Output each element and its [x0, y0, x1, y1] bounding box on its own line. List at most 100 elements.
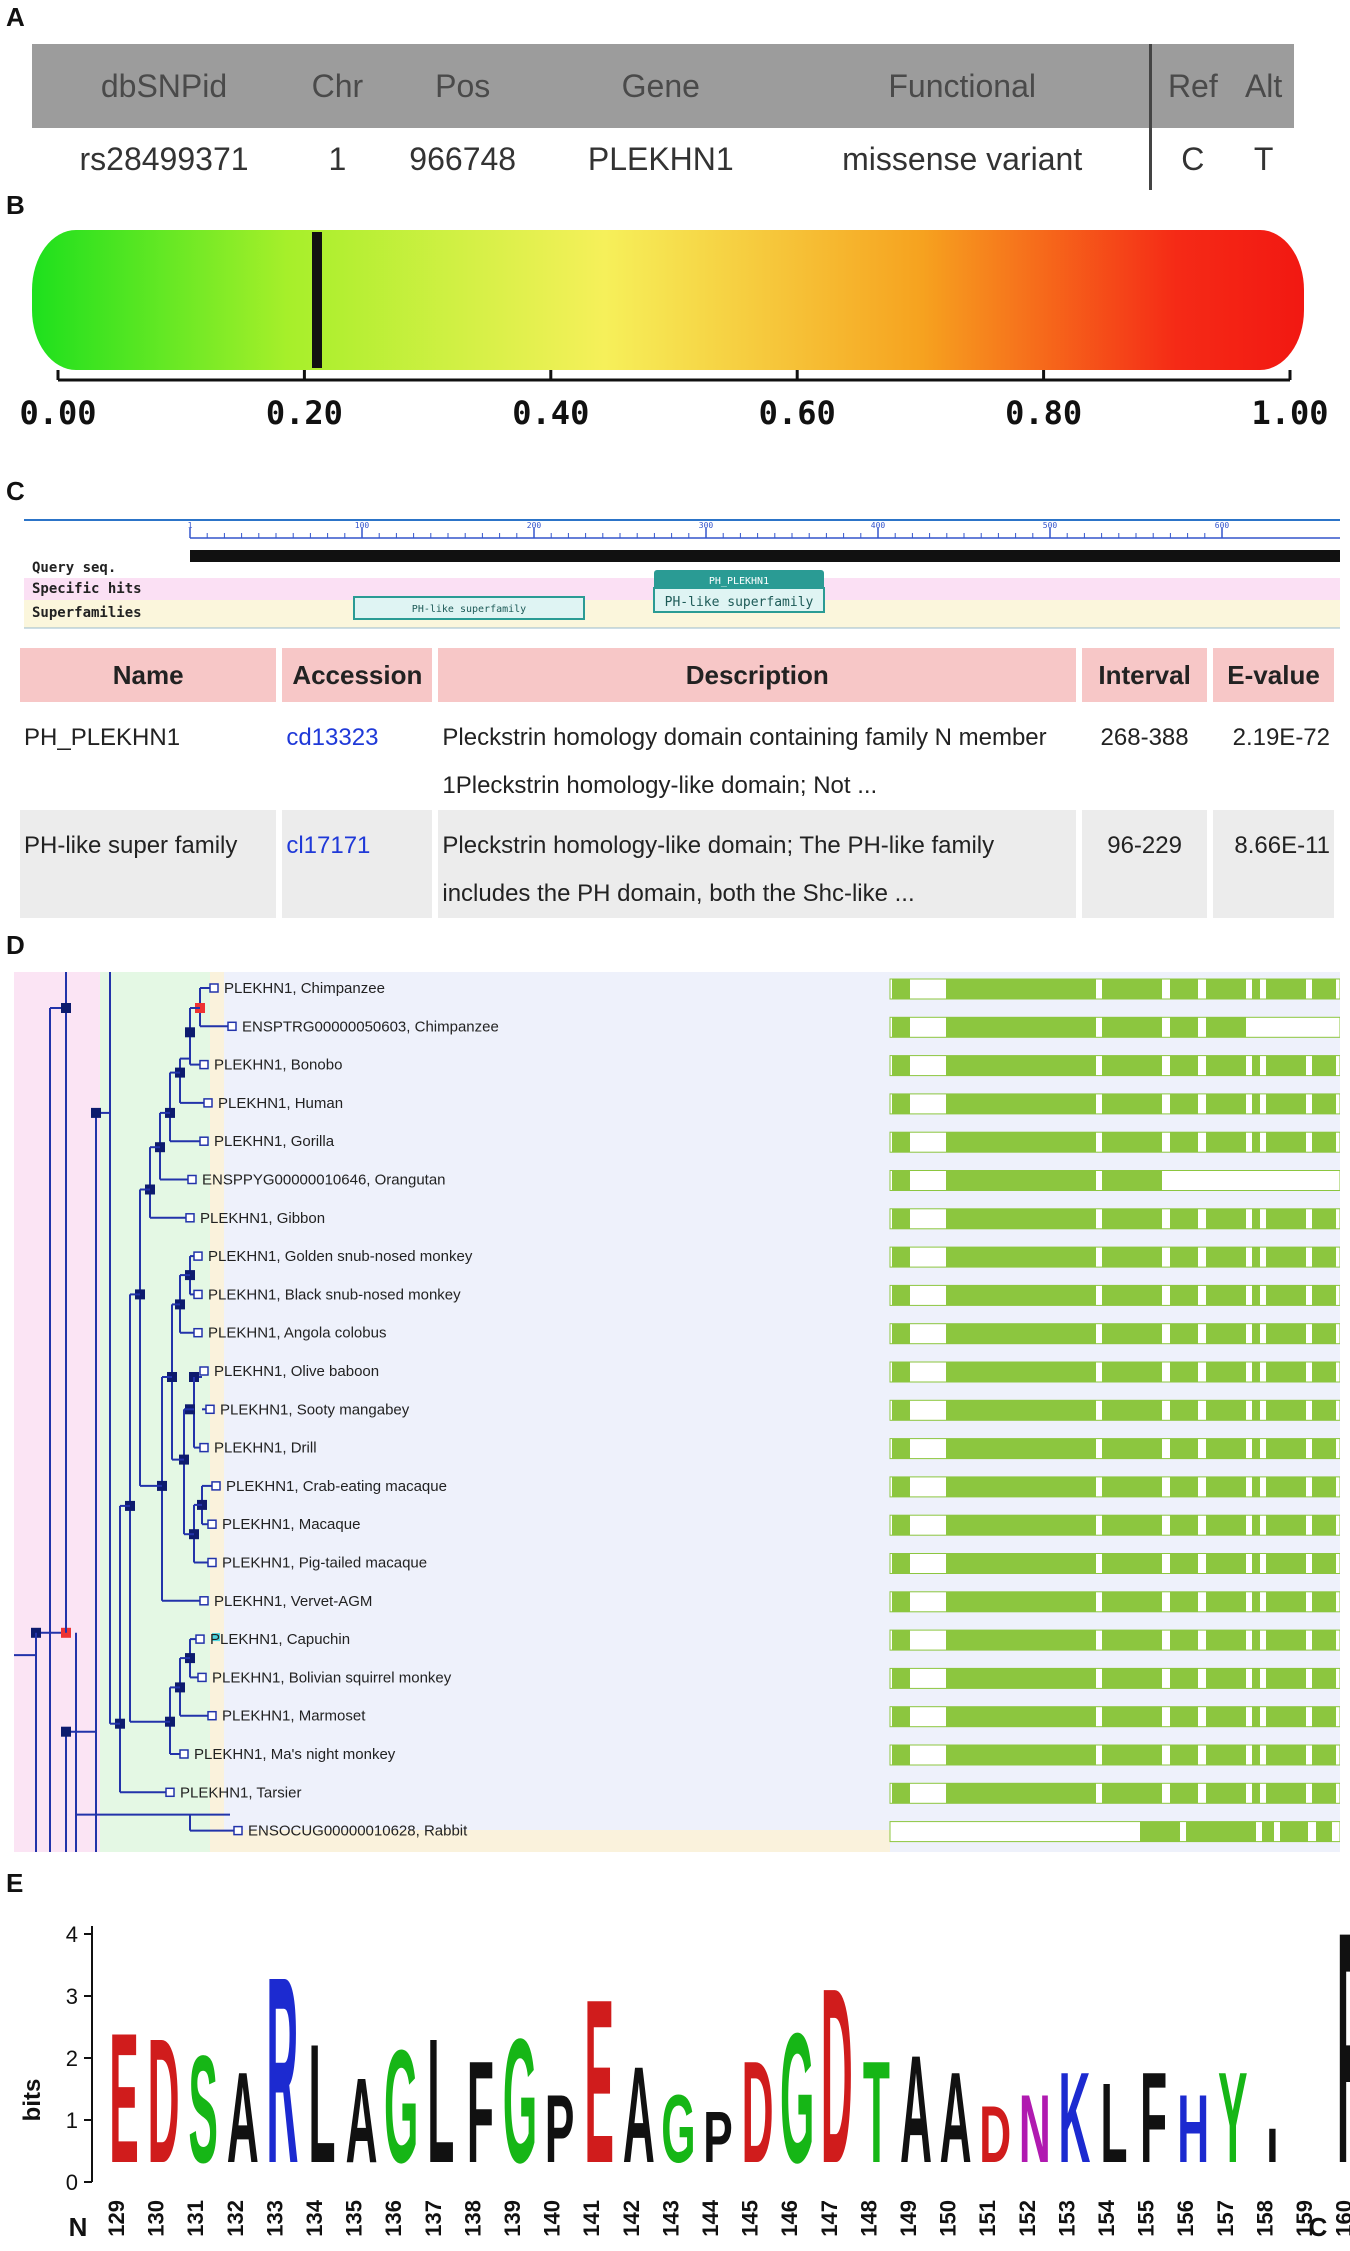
alignment-block [1252, 1132, 1260, 1153]
header-description: Description [438, 648, 1077, 702]
alignment-block [1206, 1362, 1246, 1382]
leaf-label[interactable]: PLEKHN1, Drill [214, 1440, 317, 1457]
leaf-label[interactable]: PLEKHN1, Black snub-nosed monkey [208, 1286, 461, 1303]
leaf-label[interactable]: PLEKHN1, Sooty mangabey [220, 1401, 410, 1418]
leaf-label[interactable]: PLEKHN1, Bonobo [214, 1057, 342, 1074]
header-chr: Chr [296, 44, 379, 128]
logo-letter: G [384, 2017, 418, 2197]
y-tick-label: 1 [66, 2108, 78, 2133]
header-ref: Ref [1149, 44, 1234, 128]
alignment-block [1312, 1323, 1336, 1344]
description-line-2: 1Pleckstrin homology-like domain; Not ..… [442, 772, 878, 799]
leaf-label[interactable]: PLEKHN1, Chimpanzee [224, 980, 385, 997]
leaf-label[interactable]: PLEKHN1, Bolivian squirrel monkey [212, 1669, 452, 1686]
superfamily-label-2: PH-like superfamily [665, 595, 814, 610]
logo-letter: A [940, 2047, 972, 2190]
position-label: 136 [381, 2200, 406, 2237]
leaf-label[interactable]: PLEKHN1, Gorilla [214, 1133, 335, 1150]
cell-interval: 268-388 [1100, 724, 1189, 751]
logo-letter: G [661, 2075, 695, 2183]
alignment-block [1266, 1285, 1306, 1306]
alignment-block [1206, 1132, 1246, 1153]
accession-link[interactable]: cd13323 [282, 702, 432, 810]
alignment-block [1252, 1247, 1260, 1268]
alignment-block [1206, 1591, 1246, 1612]
alignment-block [1102, 1745, 1162, 1765]
leaf-label[interactable]: PLEKHN1, Crab-eating macaque [226, 1478, 447, 1495]
tree-node [61, 1003, 71, 1013]
leaf-label[interactable]: ENSPPYG00000010646, Orangutan [202, 1172, 446, 1189]
alignment-block [1312, 1055, 1336, 1076]
leaf-label[interactable]: PLEKHN1, Golden snub-nosed monkey [208, 1248, 473, 1265]
alignment-block [1170, 979, 1198, 999]
leaf-label[interactable]: PLEKHN1, Ma's night monkey [194, 1746, 396, 1763]
leaf-node [209, 983, 219, 993]
position-label: 153 [1054, 2200, 1079, 2237]
alignment-block [1252, 1362, 1260, 1382]
leaf-label[interactable]: PLEKHN1, Angola colobus [208, 1325, 386, 1342]
alignment-block [1170, 1476, 1198, 1497]
score-tick-label: 1.00 [1251, 394, 1328, 432]
leaf-label[interactable]: PLEKHN1, Olive baboon [214, 1363, 379, 1380]
alignment-block [1206, 1093, 1246, 1114]
alignment-block [1266, 979, 1306, 999]
y-axis-label: bits [19, 2079, 46, 2122]
position-label: 146 [777, 2200, 802, 2237]
logo-letter: F [1140, 2047, 1167, 2190]
alignment-block [1102, 1093, 1162, 1114]
position-label: 152 [1015, 2200, 1040, 2237]
leaf-label[interactable]: PLEKHN1, Gibbon [200, 1210, 325, 1227]
alignment-block [1170, 1553, 1198, 1574]
leaf-label[interactable]: PLEKHN1, Pig-tailed macaque [222, 1555, 427, 1572]
n-terminus-label: N [69, 2212, 88, 2242]
position-label: 157 [1213, 2200, 1238, 2237]
leaf-label[interactable]: PLEKHN1, Human [218, 1095, 343, 1112]
alignment-block [1170, 1400, 1198, 1421]
logo-letter: P [703, 2097, 732, 2178]
score-gradient-bar [32, 230, 1304, 370]
leaf-label[interactable]: PLEKHN1, Tarsier [180, 1784, 301, 1801]
logo-letter: T [863, 2031, 890, 2193]
alignment-block [1206, 1285, 1246, 1306]
logo-letter: G [503, 2003, 537, 2201]
alignment-block [1206, 1783, 1246, 1804]
position-label: 158 [1252, 2200, 1277, 2237]
alignment-block [1266, 1591, 1306, 1612]
accession-link[interactable]: cl17171 [282, 810, 433, 918]
alignment-block [1102, 1438, 1162, 1459]
position-label: 137 [421, 2200, 446, 2237]
snp-table: dbSNPid Chr Pos Gene Functional Ref Alt … [32, 44, 1294, 190]
alignment-block [1102, 1706, 1162, 1727]
leaf-label[interactable]: PLEKHN1, Capuchin [210, 1631, 350, 1648]
sequence-logo: bits 01234 EDSARLAGLFGPEAGPDGDTAADNKLFHY… [19, 1900, 1350, 2242]
alignment-block [1252, 1515, 1260, 1536]
alignment-block [1206, 1706, 1246, 1727]
alignment-block [946, 1017, 1096, 1038]
alignment-block [1312, 1285, 1336, 1306]
leaf-label[interactable]: PLEKHN1, Macaque [222, 1516, 360, 1533]
alignment-block [946, 1515, 1096, 1536]
alignment-block [1252, 1745, 1260, 1765]
cell-description: Pleckstrin homology-like domain; The PH-… [438, 810, 1077, 918]
leaf-node [199, 1442, 209, 1453]
header-functional: Functional [774, 44, 1151, 128]
alignment-block [1266, 1400, 1306, 1421]
leaf-label[interactable]: ENSPTRG00000050603, Chimpanzee [242, 1018, 499, 1035]
position-label: 151 [975, 2200, 1000, 2237]
position-label: 141 [579, 2200, 604, 2237]
leaf-node [193, 1327, 203, 1338]
logo-letter: F [467, 2031, 494, 2193]
panel-label-d: D [6, 930, 25, 960]
y-tick-label: 4 [66, 1922, 78, 1947]
alignment-block [1266, 1055, 1306, 1076]
alignment-block [1312, 1591, 1336, 1612]
leaf-node [227, 1021, 237, 1032]
alignment-block [1252, 1476, 1260, 1497]
alignment-block [1266, 1783, 1306, 1804]
score-tick-label: 0.20 [266, 394, 343, 432]
leaf-label[interactable]: PLEKHN1, Vervet-AGM [214, 1593, 372, 1610]
leaf-label[interactable]: PLEKHN1, Marmoset [222, 1708, 366, 1725]
track-label-super: Superfamilies [32, 605, 142, 621]
gene-tree: PLEKHN1, Chimpanzee ENSPTRG00000050603, C… [14, 972, 1340, 1852]
leaf-label[interactable]: ENSOCUG00000010628, Rabbit [248, 1823, 468, 1840]
